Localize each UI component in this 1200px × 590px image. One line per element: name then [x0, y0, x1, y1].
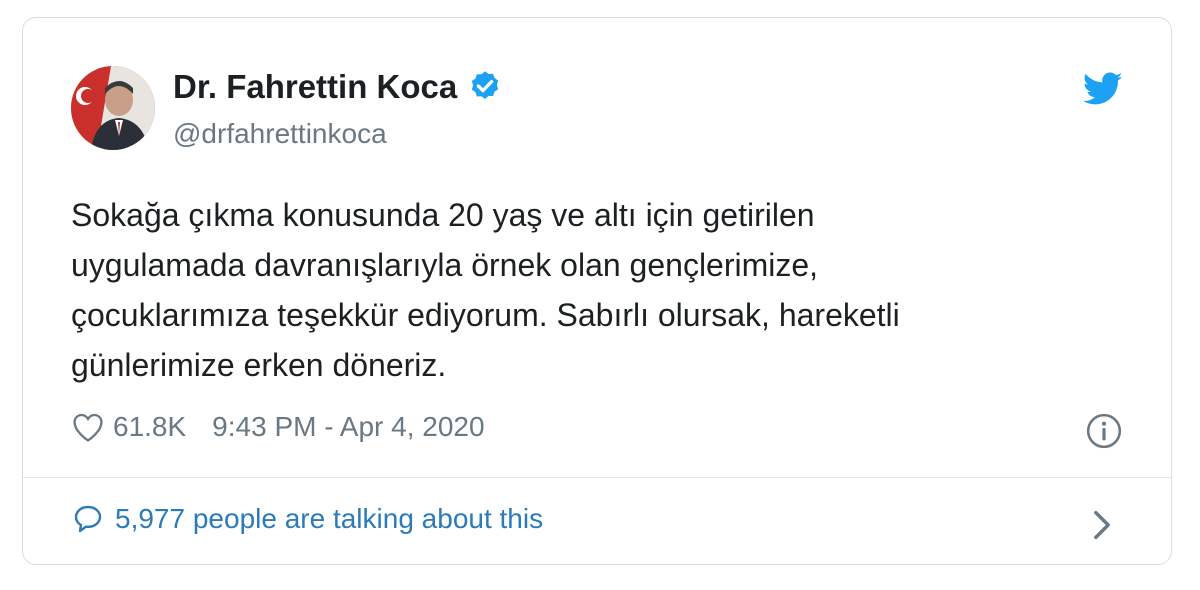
tweet-timestamp[interactable]: 9:43 PM - Apr 4, 2020 [212, 411, 484, 443]
twitter-bird-icon[interactable] [1082, 72, 1123, 106]
avatar-photo [71, 66, 155, 150]
like-button[interactable]: 61.8K [71, 411, 186, 443]
author-name[interactable]: Dr. Fahrettin Koca [173, 68, 503, 106]
tweet-text-line: çocuklarımıza teşekkür ediyorum. Sabırlı… [71, 297, 900, 333]
verified-badge-icon [467, 69, 503, 105]
heart-icon [73, 413, 103, 442]
author-name-label[interactable]: Dr. Fahrettin Koca [173, 68, 457, 106]
tweet-text-line: günlerimize erken döneriz. [71, 347, 447, 383]
info-icon[interactable] [1085, 412, 1123, 450]
divider [23, 477, 1171, 478]
author-handle[interactable]: @drfahrettinkoca [173, 118, 387, 150]
tweet-text-line: Sokağa çıkma konusunda 20 yaş ve altı iç… [71, 197, 815, 233]
avatar[interactable] [71, 66, 155, 150]
tweet-text: Sokağa çıkma konusunda 20 yaş ve altı iç… [71, 190, 1101, 390]
embedded-tweet-card: Dr. Fahrettin Koca @drfahrettinkoca Soka… [22, 17, 1172, 565]
conversation-link[interactable]: 5,977 people are talking about this [71, 503, 543, 535]
speech-bubble-icon [74, 505, 102, 533]
tweet-meta: 61.8K 9:43 PM - Apr 4, 2020 [71, 411, 485, 443]
tweet-text-line: uygulamada davranışlarıyla örnek olan ge… [71, 247, 819, 283]
conversation-label[interactable]: 5,977 people are talking about this [115, 503, 543, 535]
like-count: 61.8K [113, 411, 187, 442]
chevron-right-icon[interactable] [1091, 508, 1113, 542]
